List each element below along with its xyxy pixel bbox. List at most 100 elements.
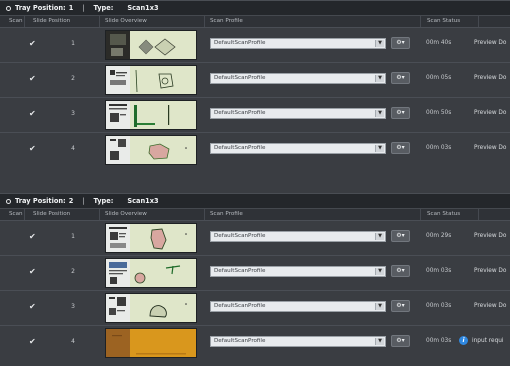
tray-header-2[interactable]: Tray Position: 2 | Type: Scan1x3: [0, 193, 510, 208]
scan-profile-value: DefaultScanProfile: [214, 303, 266, 309]
chevron-down-icon[interactable]: ▼: [375, 110, 384, 117]
column-header-slide-position[interactable]: Slide Position: [33, 18, 70, 24]
chevron-down-icon[interactable]: ▼: [375, 338, 384, 345]
scan-time: 00m 03s: [426, 303, 452, 309]
slide-overview-image: [109, 104, 170, 127]
scan-profile-value: DefaultScanProfile: [214, 233, 266, 239]
tray-header-1[interactable]: Tray Position: 1 | Type: Scan1x3: [0, 0, 510, 15]
slide-position: 2: [71, 268, 75, 275]
tray-header-separator: |: [82, 197, 85, 205]
slide-thumbnail[interactable]: [105, 135, 197, 165]
slide-thumbnail[interactable]: [105, 30, 197, 60]
scan-time: 00m 40s: [426, 40, 452, 46]
scan-status-text: Preview Do: [474, 110, 507, 116]
scan-checkbox[interactable]: ✔: [29, 145, 37, 153]
slide-overview-image: [109, 297, 187, 318]
tray-type-value: Scan1x3: [127, 4, 159, 12]
scan-time: 00m 03s: [426, 145, 452, 151]
scan-status-text: Preview Do: [474, 40, 507, 46]
scan-checkbox[interactable]: ✔: [29, 233, 37, 241]
scan-time: 00m 29s: [426, 233, 452, 239]
scan-checkbox[interactable]: ✔: [29, 40, 37, 48]
scan-profile-dropdown[interactable]: DefaultScanProfile ▼: [210, 143, 386, 154]
collapse-circle-icon[interactable]: [6, 5, 11, 11]
gear-icon[interactable]: ⚙▾: [391, 265, 410, 277]
column-header-scan-profile[interactable]: Scan Profile: [210, 211, 243, 217]
column-header-slide-position[interactable]: Slide Position: [33, 211, 70, 217]
chevron-down-icon[interactable]: ▼: [375, 40, 384, 47]
scan-checkbox[interactable]: ✔: [29, 268, 37, 276]
slide-position: 1: [71, 233, 75, 240]
slide-overview-image: [110, 34, 176, 56]
gear-icon[interactable]: ⚙▾: [391, 37, 410, 49]
slide-thumbnail[interactable]: [105, 65, 197, 95]
table-row[interactable]: ✔ 1 DefaultScanProfile ▼ ⚙▾ 00m 29s Prev…: [0, 220, 510, 255]
slide-position: 2: [71, 75, 75, 82]
table-row[interactable]: ✔ 2 DefaultScanProfile ▼ ⚙▾ 00m 03s Prev…: [0, 255, 510, 290]
column-header-scan[interactable]: Scan: [9, 18, 23, 24]
column-header-slide-overview[interactable]: Slide Overview: [105, 211, 147, 217]
gear-icon[interactable]: ⚙▾: [391, 142, 410, 154]
table-row[interactable]: ✔ 2 DefaultScanProfile ▼ ⚙▾ 00m 05s Prev…: [0, 62, 510, 97]
tray-position-label: Tray Position:: [15, 197, 66, 205]
gear-icon[interactable]: ⚙▾: [391, 335, 410, 347]
slide-thumbnail[interactable]: [105, 100, 197, 130]
scan-checkbox[interactable]: ✔: [29, 303, 37, 311]
slide-position: 4: [71, 145, 75, 152]
table-row[interactable]: ✔ 3 DefaultScanProfile ▼ ⚙▾ 00m 50s Prev…: [0, 97, 510, 132]
scan-status-text: Preview Do: [474, 233, 507, 239]
scan-status-text: Preview Do: [474, 75, 507, 81]
scan-checkbox[interactable]: ✔: [29, 75, 37, 83]
slide-overview-image: [109, 262, 181, 284]
scan-status-text: Preview Do: [474, 268, 507, 274]
chevron-down-icon[interactable]: ▼: [375, 75, 384, 82]
scan-profile-value: DefaultScanProfile: [214, 268, 266, 274]
column-header-scan[interactable]: Scan: [9, 211, 23, 217]
table-row[interactable]: ✔ 4 DefaultScanProfile ▼ ⚙▾ 00m 03s Prev…: [0, 132, 510, 167]
chevron-down-icon[interactable]: ▼: [375, 233, 384, 240]
scan-checkbox[interactable]: ✔: [29, 110, 37, 118]
column-header-slide-overview[interactable]: Slide Overview: [105, 18, 147, 24]
scan-profile-dropdown[interactable]: DefaultScanProfile ▼: [210, 73, 386, 84]
table-row[interactable]: ✔ 4 DefaultScanProfile ▼ ⚙▾ 00m 03s i in…: [0, 325, 510, 360]
slide-position: 3: [71, 303, 75, 310]
scan-profile-dropdown[interactable]: DefaultScanProfile ▼: [210, 231, 386, 242]
scan-profile-value: DefaultScanProfile: [214, 75, 266, 81]
chevron-down-icon[interactable]: ▼: [375, 303, 384, 310]
scan-profile-value: DefaultScanProfile: [214, 338, 266, 344]
slide-thumbnail[interactable]: [105, 258, 197, 288]
column-header-row-1: Scan Slide Position Slide Overview Scan …: [0, 15, 510, 27]
column-header-row-2: Scan Slide Position Slide Overview Scan …: [0, 208, 510, 220]
info-icon[interactable]: i: [459, 336, 468, 345]
scan-time: 00m 03s: [426, 338, 452, 344]
chevron-down-icon[interactable]: ▼: [375, 268, 384, 275]
gear-icon[interactable]: ⚙▾: [391, 72, 410, 84]
scan-profile-dropdown[interactable]: DefaultScanProfile ▼: [210, 108, 386, 119]
slide-thumbnail[interactable]: [105, 328, 197, 358]
slide-overview-image: [109, 227, 187, 250]
gear-icon[interactable]: ⚙▾: [391, 107, 410, 119]
scan-profile-dropdown[interactable]: DefaultScanProfile ▼: [210, 336, 386, 347]
column-header-scan-profile[interactable]: Scan Profile: [210, 18, 243, 24]
scan-profile-dropdown[interactable]: DefaultScanProfile ▼: [210, 266, 386, 277]
chevron-down-icon[interactable]: ▼: [375, 145, 384, 152]
slide-thumbnail[interactable]: [105, 293, 197, 323]
scan-tray-view: Tray Position: 1 | Type: Scan1x3 Scan Sl…: [0, 0, 510, 366]
scan-checkbox[interactable]: ✔: [29, 338, 37, 346]
slide-position: 1: [71, 40, 75, 47]
table-row[interactable]: ✔ 1 DefaultScanProfile ▼ ⚙▾ 00m 40s Prev…: [0, 27, 510, 62]
gear-icon[interactable]: ⚙▾: [391, 300, 410, 312]
tray-position-value: 1: [68, 4, 74, 12]
slide-position: 3: [71, 110, 75, 117]
scan-profile-dropdown[interactable]: DefaultScanProfile ▼: [210, 301, 386, 312]
collapse-circle-icon[interactable]: [6, 198, 11, 204]
column-header-scan-status[interactable]: Scan Status: [427, 18, 460, 24]
gear-icon[interactable]: ⚙▾: [391, 230, 410, 242]
column-header-scan-status[interactable]: Scan Status: [427, 211, 460, 217]
slide-overview-image: [112, 335, 186, 355]
table-row[interactable]: ✔ 3 DefaultScanProfile ▼ ⚙▾ 00m 03s Prev…: [0, 290, 510, 325]
slide-overview-image: [110, 69, 174, 93]
slide-thumbnail[interactable]: [105, 223, 197, 253]
scan-profile-dropdown[interactable]: DefaultScanProfile ▼: [210, 38, 386, 49]
scan-profile-value: DefaultScanProfile: [214, 40, 266, 46]
